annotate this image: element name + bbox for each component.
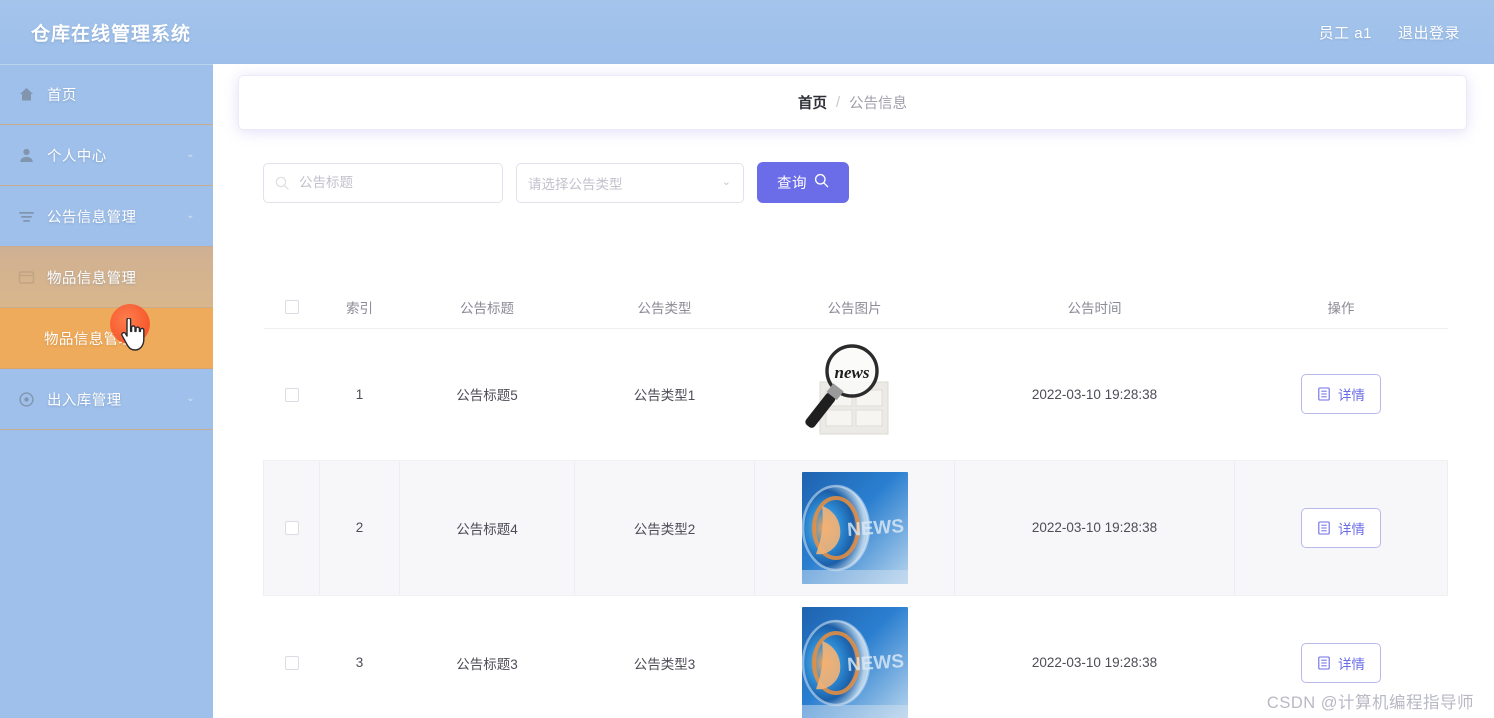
chevron-down-icon: ⌄ (186, 210, 195, 221)
announcement-type-select[interactable]: 请选择公告类型 ⌄ (516, 162, 744, 203)
logout-button[interactable]: 退出登录 (1398, 22, 1460, 43)
table-row[interactable]: 2 公告标题4 公告类型2 NEWS 2022-03-10 19:28:38 详… (263, 460, 1448, 596)
svg-text:NEWS: NEWS (846, 516, 904, 541)
search-icon (814, 173, 829, 192)
breadcrumb: 首页 / 公告信息 (798, 92, 907, 113)
cell-index: 1 (319, 328, 400, 461)
search-input[interactable] (297, 174, 491, 191)
cell-type: 公告类型2 (574, 460, 755, 596)
document-icon (1317, 655, 1331, 670)
cell-title: 公告标题4 (399, 460, 575, 596)
column-header-action: 操作 (1234, 286, 1448, 329)
cell-action: 详情 (1234, 328, 1448, 461)
cell-time: 2022-03-10 19:28:38 (954, 595, 1235, 718)
cell-action: 详情 (1234, 595, 1448, 718)
home-icon (18, 86, 35, 103)
announcement-table-area: 索引 公告标题 公告类型 公告图片 公告时间 操作 1 公告标题5 公告类型1 … (263, 286, 1448, 718)
row-checkbox[interactable] (284, 521, 299, 536)
detail-button-label: 详情 (1338, 521, 1365, 537)
cell-index: 3 (319, 595, 400, 718)
news-globe-image[interactable]: NEWS (801, 471, 908, 584)
sidebar-item-inout-management[interactable]: 出入库管理 ⌄ (0, 369, 213, 430)
select-all-checkbox[interactable] (284, 300, 299, 315)
announcement-table: 索引 公告标题 公告类型 公告图片 公告时间 操作 1 公告标题5 公告类型1 … (263, 286, 1448, 718)
search-input-wrapper[interactable] (263, 162, 503, 203)
sidebar-item-label: 物品信息管理 (47, 270, 137, 287)
select-all-header (263, 286, 320, 329)
cell-image: NEWS (754, 595, 955, 718)
cell-type: 公告类型3 (574, 595, 755, 718)
breadcrumb-card: 首页 / 公告信息 (238, 75, 1467, 130)
detail-button-label: 详情 (1338, 388, 1365, 403)
table-row[interactable]: 3 公告标题3 公告类型3 NEWS 2022-03-10 19:28:38 详… (263, 595, 1448, 718)
row-select-cell (263, 595, 320, 718)
cell-image: news (754, 328, 955, 461)
detail-button[interactable]: 详情 (1301, 507, 1381, 548)
main-content: 首页 / 公告信息 请选择公告类型 ⌄ 查询 (213, 64, 1494, 718)
table-body: 1 公告标题5 公告类型1 news 2022-03-10 19:28:38 详… (263, 328, 1448, 718)
column-header-index: 索引 (319, 286, 400, 329)
row-select-cell (263, 460, 320, 596)
user-icon (18, 147, 35, 164)
document-icon (1317, 520, 1331, 535)
row-select-cell (263, 328, 320, 461)
sidebar-item-item-management[interactable]: 物品信息管理 (0, 247, 213, 308)
sidebar-nav: 首页 个人中心 ⌄ 公告信息管理 ⌄ 物品信息管理 物品信息管理 出入库管理 ⌄ (0, 64, 213, 718)
cell-action: 详情 (1234, 460, 1448, 596)
sidebar-item-label: 个人中心 (47, 148, 107, 165)
sidebar-item-announcement-management[interactable]: 公告信息管理 ⌄ (0, 186, 213, 247)
breadcrumb-current: 公告信息 (849, 96, 908, 112)
sidebar-item-label: 公告信息管理 (47, 209, 137, 226)
news-magnifier-image[interactable]: news (801, 338, 908, 450)
column-header-image: 公告图片 (754, 286, 955, 329)
cell-title: 公告标题5 (399, 328, 575, 461)
table-row[interactable]: 1 公告标题5 公告类型1 news 2022-03-10 19:28:38 详… (263, 328, 1448, 461)
svg-text:NEWS: NEWS (846, 651, 904, 676)
cell-time: 2022-03-10 19:28:38 (954, 328, 1235, 461)
detail-button-label: 详情 (1338, 656, 1365, 672)
column-header-type: 公告类型 (574, 286, 755, 329)
column-header-time: 公告时间 (954, 286, 1235, 329)
query-button[interactable]: 查询 (757, 162, 849, 203)
window-icon (18, 269, 35, 286)
detail-button[interactable]: 详情 (1301, 642, 1381, 683)
breadcrumb-separator: / (835, 94, 841, 111)
sidebar-item-personal-center[interactable]: 个人中心 ⌄ (0, 125, 213, 186)
cell-image: NEWS (754, 460, 955, 596)
sidebar-item-home[interactable]: 首页 (0, 64, 213, 125)
sidebar-item-label: 首页 (47, 88, 77, 104)
circle-icon (18, 391, 35, 408)
breadcrumb-home[interactable]: 首页 (798, 92, 827, 113)
column-header-title: 公告标题 (399, 286, 575, 329)
chevron-down-icon: ⌄ (186, 149, 195, 160)
search-toolbar: 请选择公告类型 ⌄ 查询 (263, 162, 849, 203)
list-icon (18, 208, 35, 225)
sidebar-item-label: 出入库管理 (47, 392, 122, 409)
header-actions: 员工 a1 退出登录 (1319, 22, 1460, 43)
cell-title: 公告标题3 (399, 595, 575, 718)
select-value-label: 请选择公告类型 (528, 176, 623, 192)
cell-time: 2022-03-10 19:28:38 (954, 460, 1235, 596)
current-user-label[interactable]: 员工 a1 (1319, 22, 1372, 43)
sidebar-subitem-label: 物品信息管理 (44, 331, 134, 348)
search-icon (275, 176, 289, 190)
app-root: 仓库在线管理系统 员工 a1 退出登录 首页 个人中心 ⌄ 公告信息管理 ⌄ 物… (0, 0, 1494, 718)
page-title: 仓库在线管理系统 (31, 23, 192, 45)
row-checkbox[interactable] (284, 656, 299, 671)
document-icon (1317, 387, 1331, 401)
detail-button[interactable]: 详情 (1301, 374, 1381, 414)
chevron-down-icon: ⌄ (721, 176, 731, 188)
cell-index: 2 (319, 460, 400, 596)
table-header-row: 索引 公告标题 公告类型 公告图片 公告时间 操作 (263, 286, 1448, 329)
query-button-label: 查询 (777, 176, 807, 192)
cell-type: 公告类型1 (574, 328, 755, 461)
news-globe-image[interactable]: NEWS (801, 606, 908, 718)
chevron-down-icon: ⌄ (186, 393, 195, 404)
sidebar-subitem-item-management[interactable]: 物品信息管理 (0, 308, 213, 369)
table-header: 索引 公告标题 公告类型 公告图片 公告时间 操作 (263, 286, 1448, 329)
row-checkbox[interactable] (284, 387, 299, 402)
app-header: 仓库在线管理系统 员工 a1 退出登录 (0, 0, 1494, 64)
svg-text:news: news (834, 363, 869, 382)
